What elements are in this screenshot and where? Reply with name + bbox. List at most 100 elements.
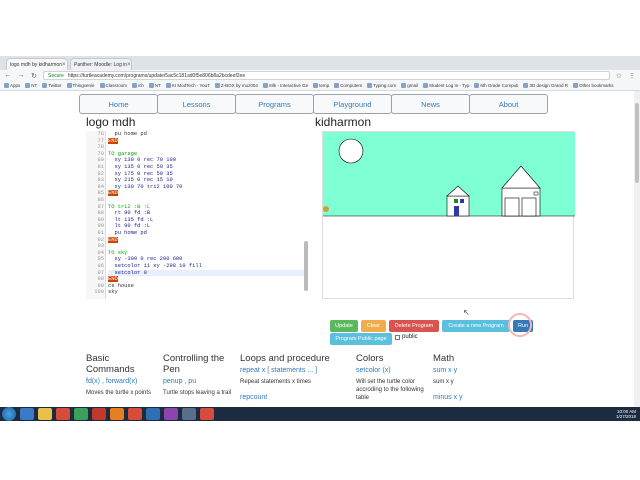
mouse-cursor-icon: ↖ xyxy=(463,308,470,317)
chrome-icon[interactable] xyxy=(74,408,88,420)
line-number: 85 xyxy=(97,190,104,197)
bookmark-item[interactable]: Z-BOX by muz004 xyxy=(214,83,258,88)
code-line[interactable]: xy 135 0 rec 50 35 xyxy=(108,164,172,170)
code-line[interactable]: setcolor 0 xyxy=(108,269,304,276)
forward-icon[interactable]: → xyxy=(17,72,25,79)
code-line[interactable]: cs house xyxy=(108,283,134,289)
code-line[interactable]: TO garage xyxy=(108,151,137,157)
bookmark-item[interactable]: Thingvenie xyxy=(66,83,95,88)
reference-command[interactable]: setcolor (x) xyxy=(356,367,426,374)
code-line[interactable]: xy 130 0 rec 70 100 xyxy=(108,157,175,163)
menu-icon[interactable]: ⋮ xyxy=(628,72,636,80)
ie-icon[interactable] xyxy=(20,408,34,420)
code-line[interactable]: sky xyxy=(108,289,118,295)
code-line[interactable]: END xyxy=(108,276,118,283)
house-window xyxy=(454,199,458,203)
bookmark-item[interactable]: ich xyxy=(132,83,144,88)
code-line[interactable]: xy 130 70 tri2 100 70 xyxy=(108,184,182,190)
reload-icon[interactable]: ↻ xyxy=(30,72,38,80)
bookmark-label: Classroom xyxy=(105,83,128,88)
code-editor[interactable]: 76 77 78 79 80 81 82 83 84 85 86 87 88 89 90 91 92 93 94 95… xyxy=(86,131,310,299)
tab-moodle[interactable]: Panther: Moodle: Log in × xyxy=(70,58,132,70)
close-icon[interactable]: × xyxy=(62,62,66,68)
code-line[interactable]: xy 215 0 rec 15 10 xyxy=(108,177,172,183)
code-line[interactable]: pu home pd xyxy=(108,131,146,137)
update-button[interactable]: Update xyxy=(330,320,358,332)
bookmark-item[interactable]: KI ModTech - YouT xyxy=(165,83,210,88)
nav-news[interactable]: News xyxy=(391,94,470,114)
nav-about[interactable]: About xyxy=(469,94,548,114)
url-input[interactable]: Secure https://turtleacademy.com/program… xyxy=(43,71,610,80)
bookmark-label: Silk - Interactive Ge xyxy=(268,83,309,88)
code-line[interactable]: TO sky xyxy=(108,250,127,256)
reference-command[interactable]: repcount xyxy=(240,394,350,401)
reference-command[interactable]: penup , pu xyxy=(163,378,233,385)
public-page-button[interactable]: Program Public page xyxy=(330,333,392,345)
bookmark-item[interactable]: NT xyxy=(25,83,37,88)
delete-program-button[interactable]: Delete Program xyxy=(389,320,439,332)
app-icon[interactable] xyxy=(182,408,196,420)
reference-command[interactable]: repeat x [ statements ... ] xyxy=(240,367,350,374)
app-icon[interactable] xyxy=(92,408,106,420)
bookmark-icon xyxy=(165,83,171,88)
bookmark-icon xyxy=(25,83,31,88)
app-icon[interactable] xyxy=(164,408,178,420)
line-number: 96 xyxy=(97,263,104,269)
app-icon[interactable] xyxy=(110,408,124,420)
code-line[interactable]: END xyxy=(108,236,118,243)
clear-button[interactable]: Clear xyxy=(361,320,386,332)
public-checkbox-row[interactable]: public xyxy=(395,334,418,340)
bookmark-item[interactable]: Twitter xyxy=(42,83,62,88)
nav-programs[interactable]: Programs xyxy=(235,94,314,114)
bookmark-item[interactable]: NT xyxy=(148,83,161,88)
editor-scrollbar[interactable] xyxy=(304,241,308,291)
bookmark-item[interactable]: Silk - Interactive Ge xyxy=(262,83,309,88)
bookmark-item[interactable]: Apps xyxy=(4,83,20,88)
bookmark-item[interactable]: temp xyxy=(313,83,329,88)
system-tray[interactable]: 10:00 AM 1/27/2018 xyxy=(616,407,636,421)
bookmark-item[interactable]: Classroom xyxy=(99,83,128,88)
reference-command[interactable]: fd(x) , forward(x) xyxy=(86,378,156,385)
code-line[interactable]: END xyxy=(108,137,118,144)
folder-icon[interactable] xyxy=(38,408,52,420)
tab-logo[interactable]: logo mdh by kidharmon × xyxy=(6,58,68,70)
nav-lessons[interactable]: Lessons xyxy=(157,94,236,114)
bookmark-item[interactable]: 6th Grade Computi xyxy=(474,83,518,88)
line-number: 98 xyxy=(97,276,104,283)
back-icon[interactable]: ← xyxy=(4,72,12,79)
create-program-button[interactable]: Create a new Program xyxy=(442,320,510,332)
code-line[interactable]: xy -300 0 rec 200 600 xyxy=(108,256,182,262)
code-line[interactable]: xy 175 0 rec 50 35 xyxy=(108,171,172,177)
bookmark-item[interactable]: Typing.com xyxy=(367,83,396,88)
bookmark-label: gmail xyxy=(407,83,418,88)
code-line[interactable]: lt 90 fd :L xyxy=(108,223,150,229)
bookmark-item[interactable]: Student Log In - Typ xyxy=(422,83,469,88)
chrome-icon[interactable] xyxy=(128,408,142,420)
bookmark-label: KI ModTech - YouT xyxy=(171,83,210,88)
nav-home[interactable]: Home xyxy=(79,94,158,114)
bookmark-item[interactable]: 3D design Grand R xyxy=(523,83,568,88)
chrome-icon[interactable] xyxy=(200,408,214,420)
page-scrollbar[interactable] xyxy=(634,91,640,407)
reference-command[interactable]: sum x y xyxy=(433,367,503,374)
chrome-icon[interactable] xyxy=(56,408,70,420)
bookmark-item[interactable]: Other bookmarks xyxy=(572,83,613,88)
scrollbar-thumb[interactable] xyxy=(635,103,639,183)
close-icon[interactable]: × xyxy=(127,62,131,68)
code-line[interactable]: rt 90 fd :B xyxy=(108,210,150,216)
code-line[interactable]: lt 135 fd :L xyxy=(108,217,153,223)
app-icon[interactable] xyxy=(146,408,160,420)
public-checkbox[interactable] xyxy=(395,334,400,340)
code-line[interactable]: END xyxy=(108,190,118,197)
start-button[interactable] xyxy=(2,407,16,421)
line-number: 94 xyxy=(97,249,104,256)
star-icon[interactable]: ☆ xyxy=(615,72,623,80)
code-line[interactable]: setcolor 11 xy -298 10 fill xyxy=(108,263,201,269)
line-number: 92 xyxy=(97,236,104,243)
code-line[interactable]: TO tri2 :B :L xyxy=(108,204,150,210)
reference-command[interactable]: minus x y xyxy=(433,394,503,401)
bookmark-item[interactable]: Computers xyxy=(334,83,362,88)
code-line[interactable]: pu home pd xyxy=(108,230,146,236)
bookmark-item[interactable]: gmail xyxy=(401,83,418,88)
nav-playground[interactable]: Playground xyxy=(313,94,392,114)
